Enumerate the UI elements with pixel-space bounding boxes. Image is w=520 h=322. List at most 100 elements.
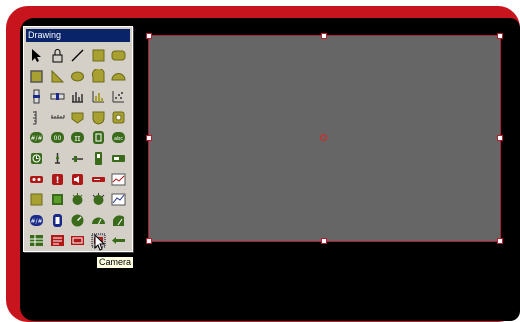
palette-tool-numeric-input[interactable]: #/#: [27, 211, 46, 230]
rotary-switch-icon: [92, 193, 105, 206]
mouse-cursor-icon: [94, 234, 106, 251]
abc-display-icon: abc: [112, 132, 126, 144]
palette-tool-shield[interactable]: [89, 108, 108, 127]
palette-tool-vertical-pointer[interactable]: [48, 149, 67, 168]
alarm-icon: !: [51, 173, 63, 186]
palette-tool-lock[interactable]: [48, 46, 67, 65]
palette-tool-input[interactable]: [89, 128, 108, 147]
palette-tool-right-triangle[interactable]: [48, 67, 67, 86]
palette-tool-numeric-display[interactable]: #/#: [27, 128, 46, 147]
arrow-left-icon: [112, 237, 126, 245]
square-button-icon: [51, 194, 63, 206]
table-icon: [30, 235, 43, 247]
digital-input-icon: [52, 213, 62, 227]
palette-tool-list[interactable]: [48, 231, 67, 250]
svg-text:abc: abc: [114, 136, 123, 142]
palette-tool-meter[interactable]: [109, 211, 128, 230]
shield-icon: [92, 111, 105, 125]
resize-handle-top-left[interactable]: [146, 33, 152, 39]
palette-tool-vertical-slider[interactable]: [27, 87, 46, 106]
resize-handle-bottom-right[interactable]: [497, 238, 503, 244]
bar-chart-icon: [72, 92, 84, 103]
palette-tool-knob[interactable]: [68, 190, 87, 209]
palette-tool-horizontal-scale[interactable]: [48, 108, 67, 127]
lock-icon: [52, 49, 63, 63]
rectangle-icon: [92, 49, 105, 62]
palette-tool-scatter[interactable]: [109, 87, 128, 106]
gear-icon: [112, 111, 125, 124]
palette-tool-gauge[interactable]: [68, 211, 87, 230]
palette-tool-gear[interactable]: [109, 108, 128, 127]
palette-tool-bar-display[interactable]: [89, 170, 108, 189]
horizontal-indicator-icon: [112, 155, 126, 162]
gauge-icon: [71, 214, 84, 227]
pointer-icon: [32, 49, 41, 62]
palette-tool-text-box[interactable]: [68, 231, 87, 250]
palette-tool-rotary-switch[interactable]: [89, 190, 108, 209]
palette-tool-button[interactable]: [27, 190, 46, 209]
resize-handle-top-right[interactable]: [497, 33, 503, 39]
meter-icon: [113, 215, 125, 226]
pi-display-icon: π: [71, 132, 85, 144]
horizontal-pointer-icon: [72, 156, 84, 162]
svg-text:π: π: [75, 134, 81, 144]
palette-tool-horizontal-slider[interactable]: [48, 87, 67, 106]
palette-tool-digital-input[interactable]: [48, 211, 67, 230]
palette-tool-square-button[interactable]: [48, 190, 67, 209]
right-triangle-icon: [51, 69, 64, 83]
palette-tool-table[interactable]: [27, 231, 46, 250]
palette-tool-bar-chart[interactable]: [68, 87, 87, 106]
vertical-indicator-icon: [94, 152, 102, 165]
palette-tool-histogram[interactable]: [89, 87, 108, 106]
palette-tool-clock[interactable]: [27, 149, 46, 168]
list-icon: [50, 235, 64, 247]
dial-icon: [91, 217, 105, 225]
palette-tool-speaker[interactable]: [68, 170, 87, 189]
palette-tool-dial[interactable]: [89, 211, 108, 230]
histogram-icon: [92, 91, 104, 103]
horizontal-scale-icon: [50, 114, 65, 119]
palette-tool-trend[interactable]: [109, 170, 128, 189]
palette-tool-rectangle[interactable]: [89, 46, 108, 65]
palette-tool-horizontal-indicator[interactable]: [109, 149, 128, 168]
resize-handle-bottom[interactable]: [321, 238, 327, 244]
palette-tool-pentagon[interactable]: [68, 108, 87, 127]
line-icon: [71, 49, 84, 62]
resize-handle-left[interactable]: [146, 135, 152, 141]
palette-tool-pi-display[interactable]: π: [68, 128, 87, 147]
numeric-input-icon: #/#: [30, 214, 43, 226]
palette-tool-horizontal-pointer[interactable]: [68, 149, 87, 168]
palette-tool-half-disc[interactable]: [109, 67, 128, 86]
palette-tool-xy-plot[interactable]: [109, 190, 128, 209]
palette-tool-quarter-shape[interactable]: [89, 67, 108, 86]
palette-tool-block[interactable]: [27, 67, 46, 86]
tooltip: Camera: [96, 256, 135, 269]
palette-tool-digital-display[interactable]: 00: [48, 128, 67, 147]
palette-tool-vertical-scale[interactable]: [27, 108, 46, 127]
palette-tool-led-red[interactable]: [27, 170, 46, 189]
palette-tool-alarm[interactable]: !: [48, 170, 67, 189]
center-marker: [320, 134, 327, 141]
digital-display-icon: 00: [50, 132, 64, 144]
bar-display-icon: [91, 176, 105, 182]
resize-handle-bottom-left[interactable]: [146, 238, 152, 244]
horizontal-slider-icon: [50, 93, 65, 101]
input-icon: [92, 131, 104, 145]
palette-tool-abc-display[interactable]: abc: [109, 128, 128, 147]
palette-tool-vertical-indicator[interactable]: [89, 149, 108, 168]
palette-tool-arrow-left[interactable]: [109, 231, 128, 250]
vertical-scale-icon: [33, 110, 37, 125]
palette-tool-ellipse[interactable]: [68, 67, 87, 86]
resize-handle-right[interactable]: [497, 135, 503, 141]
half-disc-icon: [111, 72, 126, 81]
xy-plot-icon: [111, 193, 126, 206]
trend-icon: [111, 173, 126, 186]
palette-tool-line[interactable]: [68, 46, 87, 65]
palette-tool-rounded-rect[interactable]: [109, 46, 128, 65]
palette-title: Drawing: [26, 29, 130, 42]
clock-icon: [31, 153, 42, 164]
palette-tool-pointer[interactable]: [27, 46, 46, 65]
led-red-icon: [30, 175, 43, 183]
resize-handle-top[interactable]: [321, 33, 327, 39]
button-icon: [30, 193, 43, 206]
